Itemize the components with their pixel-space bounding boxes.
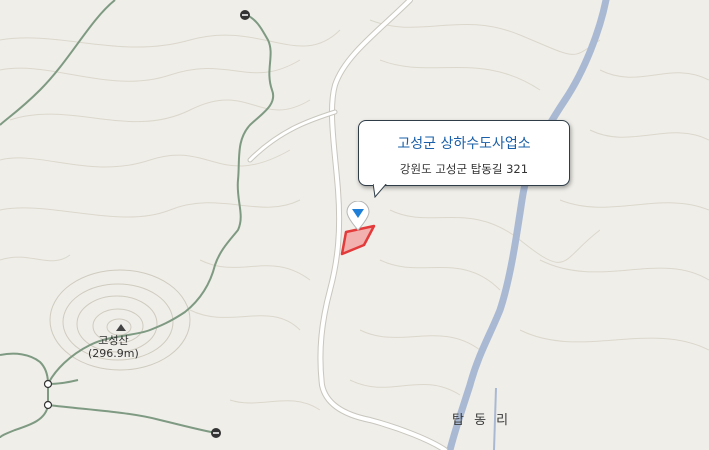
mountain-label: 고성산 (296.9m)	[88, 334, 139, 360]
mountain-name: 고성산	[98, 334, 129, 347]
boundaries	[0, 0, 275, 439]
popup-tail	[373, 184, 387, 198]
boundary-point-icon	[43, 379, 53, 389]
location-pin-icon[interactable]	[345, 201, 371, 231]
popup-title[interactable]: 고성군 상하수도사업소	[359, 133, 569, 153]
map-view[interactable]: 고성산 (296.9m) 탑 동 리 고성군 상하수도사업소 강원도 고성군 탑…	[0, 0, 709, 450]
popup-address: 강원도 고성군 탑동길 321	[399, 162, 529, 176]
mountain-elevation: (296.9m)	[88, 347, 139, 360]
river	[446, 0, 610, 450]
info-popup[interactable]: 고성군 상하수도사업소 강원도 고성군 탑동길 321	[358, 120, 570, 198]
village-label: 탑 동 리	[452, 413, 512, 428]
mountain-peak-icon	[116, 324, 126, 331]
landmark-markers	[211, 10, 250, 438]
boundary-point-icon	[43, 400, 53, 410]
